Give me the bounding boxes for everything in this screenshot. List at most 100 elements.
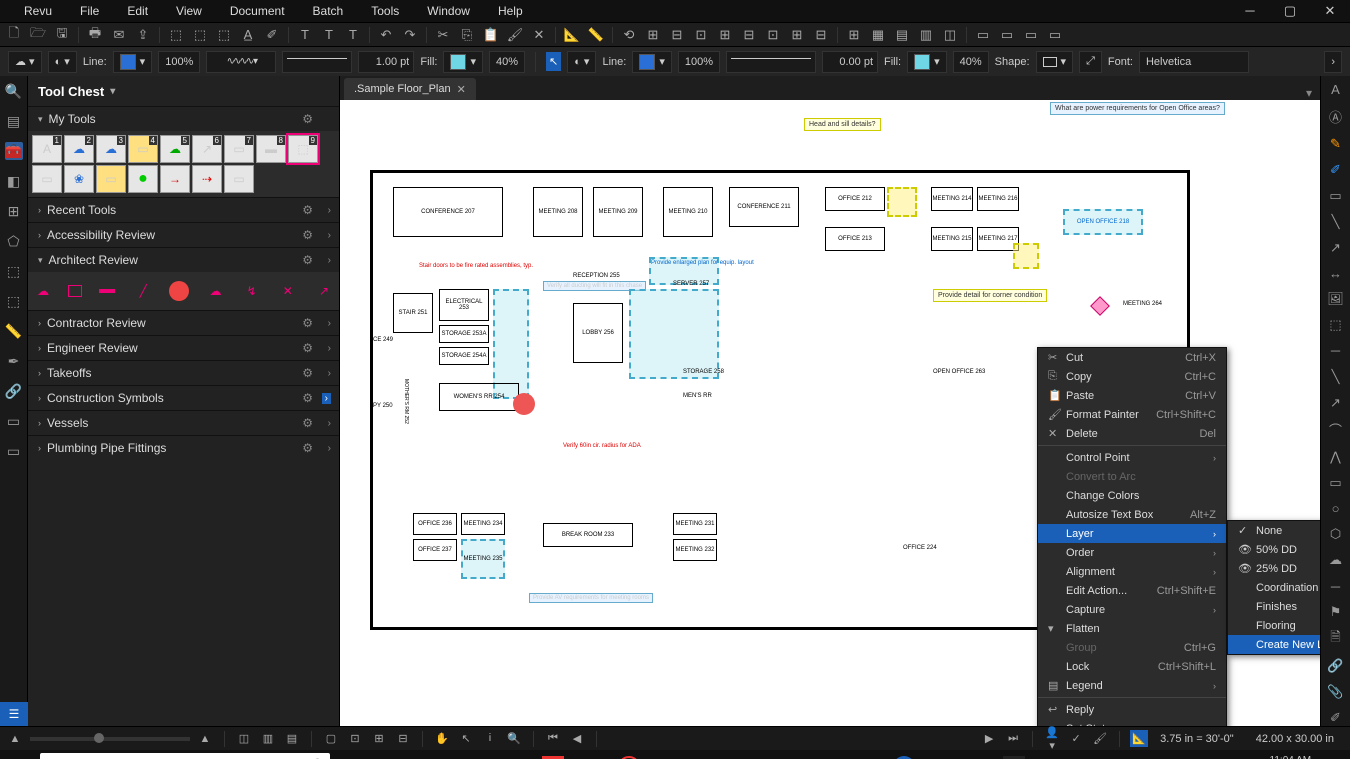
ctx-format-painter[interactable]: 🖌Format PainterCtrl+Shift+C	[1038, 405, 1226, 424]
menu-document[interactable]: Document	[216, 4, 299, 18]
menu-help[interactable]: Help	[484, 4, 537, 18]
tool-icon[interactable]: ⬚	[192, 27, 208, 43]
stamp-icon[interactable]: Ⓐ	[1327, 108, 1345, 126]
text-tool-icon[interactable]: A	[1327, 82, 1345, 98]
delete-icon[interactable]: ✕	[531, 27, 547, 43]
menu-view[interactable]: View	[162, 4, 216, 18]
markups-list-icon[interactable]: ☰	[0, 702, 28, 726]
gear-icon[interactable]: ⚙	[302, 253, 313, 267]
callout-icon[interactable]: ↗	[1327, 240, 1345, 256]
ctx-change-colors[interactable]: Change Colors	[1038, 486, 1226, 505]
arch-tool[interactable]: ╱	[132, 278, 154, 304]
gear-icon[interactable]: ⚙	[302, 341, 313, 355]
note-icon[interactable]: ▭	[1327, 188, 1345, 204]
layer-none[interactable]: ✓None	[1228, 521, 1320, 540]
shape-dropdown[interactable]: ▾	[1036, 51, 1074, 73]
ctx-order[interactable]: Order›	[1038, 543, 1226, 562]
align-icon[interactable]: ⊡	[693, 27, 709, 43]
ctx-alignment[interactable]: Alignment›	[1038, 562, 1226, 581]
crop-icon[interactable]: ⬚	[1327, 317, 1345, 333]
line-color-2-dropdown[interactable]: ▾	[632, 51, 672, 73]
ctx-lock[interactable]: LockCtrl+Shift+L	[1038, 657, 1226, 676]
arch-tool[interactable]: ☁	[204, 278, 226, 304]
excel-icon[interactable]: X	[687, 750, 727, 759]
tool-item[interactable]: →	[160, 165, 190, 193]
scale-icon[interactable]: 📐	[1130, 730, 1148, 747]
align-icon[interactable]: ⊞	[789, 27, 805, 43]
cloud-markup[interactable]	[887, 187, 917, 217]
measure-icon[interactable]: 📐	[564, 27, 580, 43]
ctx-autosize[interactable]: Autosize Text BoxAlt+Z	[1038, 505, 1226, 524]
arch-tool[interactable]: ↯	[241, 278, 263, 304]
gear-icon[interactable]: ⚙	[302, 228, 313, 242]
task-view-icon[interactable]: ⧉	[336, 750, 376, 759]
tool-item[interactable]: ↗6	[192, 135, 222, 163]
line-icon[interactable]: ╲	[1327, 369, 1345, 385]
fill-opacity[interactable]: 40%	[489, 51, 525, 73]
diamond-marker[interactable]	[1090, 296, 1110, 316]
signature-icon[interactable]: ✒	[5, 352, 23, 370]
line-opacity-2[interactable]: 100%	[678, 51, 720, 73]
first-page-icon[interactable]: ⏮	[544, 732, 562, 745]
ctx-layer[interactable]: Layer›	[1038, 524, 1226, 543]
grid-icon[interactable]: ▤	[894, 27, 910, 43]
menu-tools[interactable]: Tools	[357, 4, 413, 18]
taskbar-clock[interactable]: 11:04 AM 3/23/2019	[1267, 755, 1318, 759]
view-icon[interactable]: ⊞	[370, 732, 388, 745]
search-icon[interactable]: 🔍	[5, 82, 23, 100]
layer-create-new[interactable]: Create New Layer...	[1228, 635, 1320, 654]
text-tool-icon[interactable]: T	[321, 27, 337, 43]
measure-icon[interactable]: 📏	[588, 27, 604, 43]
tool-item[interactable]: ⇢	[192, 165, 222, 193]
next-page-icon[interactable]: ▶	[980, 732, 998, 745]
onenote-icon[interactable]: N	[957, 750, 997, 759]
tool-item[interactable]: ▭	[96, 165, 126, 193]
view-icon[interactable]: ◫	[235, 732, 253, 745]
word-icon[interactable]: W	[767, 750, 807, 759]
markup-style-dropdown[interactable]: ☁ ▾	[8, 51, 42, 73]
tool-icon[interactable]: ⬚	[5, 262, 23, 280]
line-icon[interactable]: ╲	[1327, 214, 1345, 230]
view-icon[interactable]: ▢	[322, 732, 340, 745]
grid-icon[interactable]: ▥	[918, 27, 934, 43]
thumbnails-icon[interactable]: ▤	[5, 112, 23, 130]
file-icon[interactable]: 🗎	[1327, 630, 1345, 648]
ada-circle[interactable]	[513, 393, 535, 415]
callout[interactable]: What are power requirements for Open Off…	[1050, 102, 1225, 115]
status-icon[interactable]: ✓	[1067, 732, 1085, 745]
align-icon[interactable]: ⊟	[741, 27, 757, 43]
align-icon[interactable]: ⟲	[621, 27, 637, 43]
ctx-flatten[interactable]: ▾Flatten	[1038, 619, 1226, 638]
text-icon[interactable]: A̲	[240, 27, 256, 43]
measure-icon[interactable]: 📏	[5, 322, 23, 340]
tab-dropdown-icon[interactable]: ▾	[1298, 86, 1320, 100]
zoom-out-icon[interactable]: ▲	[6, 733, 24, 745]
line-width-input[interactable]	[358, 51, 414, 73]
gear-icon[interactable]: ⚙	[302, 416, 313, 430]
grid-icon[interactable]: ◫	[942, 27, 958, 43]
gear-icon[interactable]: ⚙	[302, 366, 313, 380]
prev-page-icon[interactable]: ◀	[568, 732, 586, 745]
align-icon[interactable]: ⊡	[765, 27, 781, 43]
view-icon[interactable]: ▥	[259, 732, 277, 745]
ctx-delete[interactable]: ✕DeleteDel	[1038, 424, 1226, 443]
section-engineer[interactable]: ›Engineer Review⚙›	[28, 336, 339, 360]
view-icon[interactable]: ⊡	[346, 732, 364, 745]
patch-dropdown[interactable]: ◐ ▾	[48, 51, 77, 73]
document-canvas[interactable]: Head and sill details? What are power re…	[340, 100, 1320, 726]
grid-icon[interactable]: ⊞	[846, 27, 862, 43]
tool-item[interactable]: ▬8	[256, 135, 286, 163]
arc-icon[interactable]: ⌒	[1327, 421, 1345, 439]
export-icon[interactable]: ⇪	[135, 27, 151, 43]
text-select-icon[interactable]: Ꭵ	[481, 732, 499, 745]
links-icon[interactable]: 🔗	[5, 382, 23, 400]
toolchest-icon[interactable]: 🧰	[5, 142, 23, 160]
taskbar-item[interactable]: ◉Edit P...	[612, 750, 687, 759]
pan-icon[interactable]: ✋	[433, 732, 451, 745]
gear-icon[interactable]: ⚙	[302, 112, 313, 126]
ctx-legend[interactable]: ▤Legend›	[1038, 676, 1226, 695]
grid-icon[interactable]: ▦	[870, 27, 886, 43]
section-mytools[interactable]: ▾ My Tools ⚙	[28, 107, 339, 131]
paste-icon[interactable]: 📋	[483, 27, 499, 43]
last-page-icon[interactable]: ⏭	[1004, 732, 1022, 745]
